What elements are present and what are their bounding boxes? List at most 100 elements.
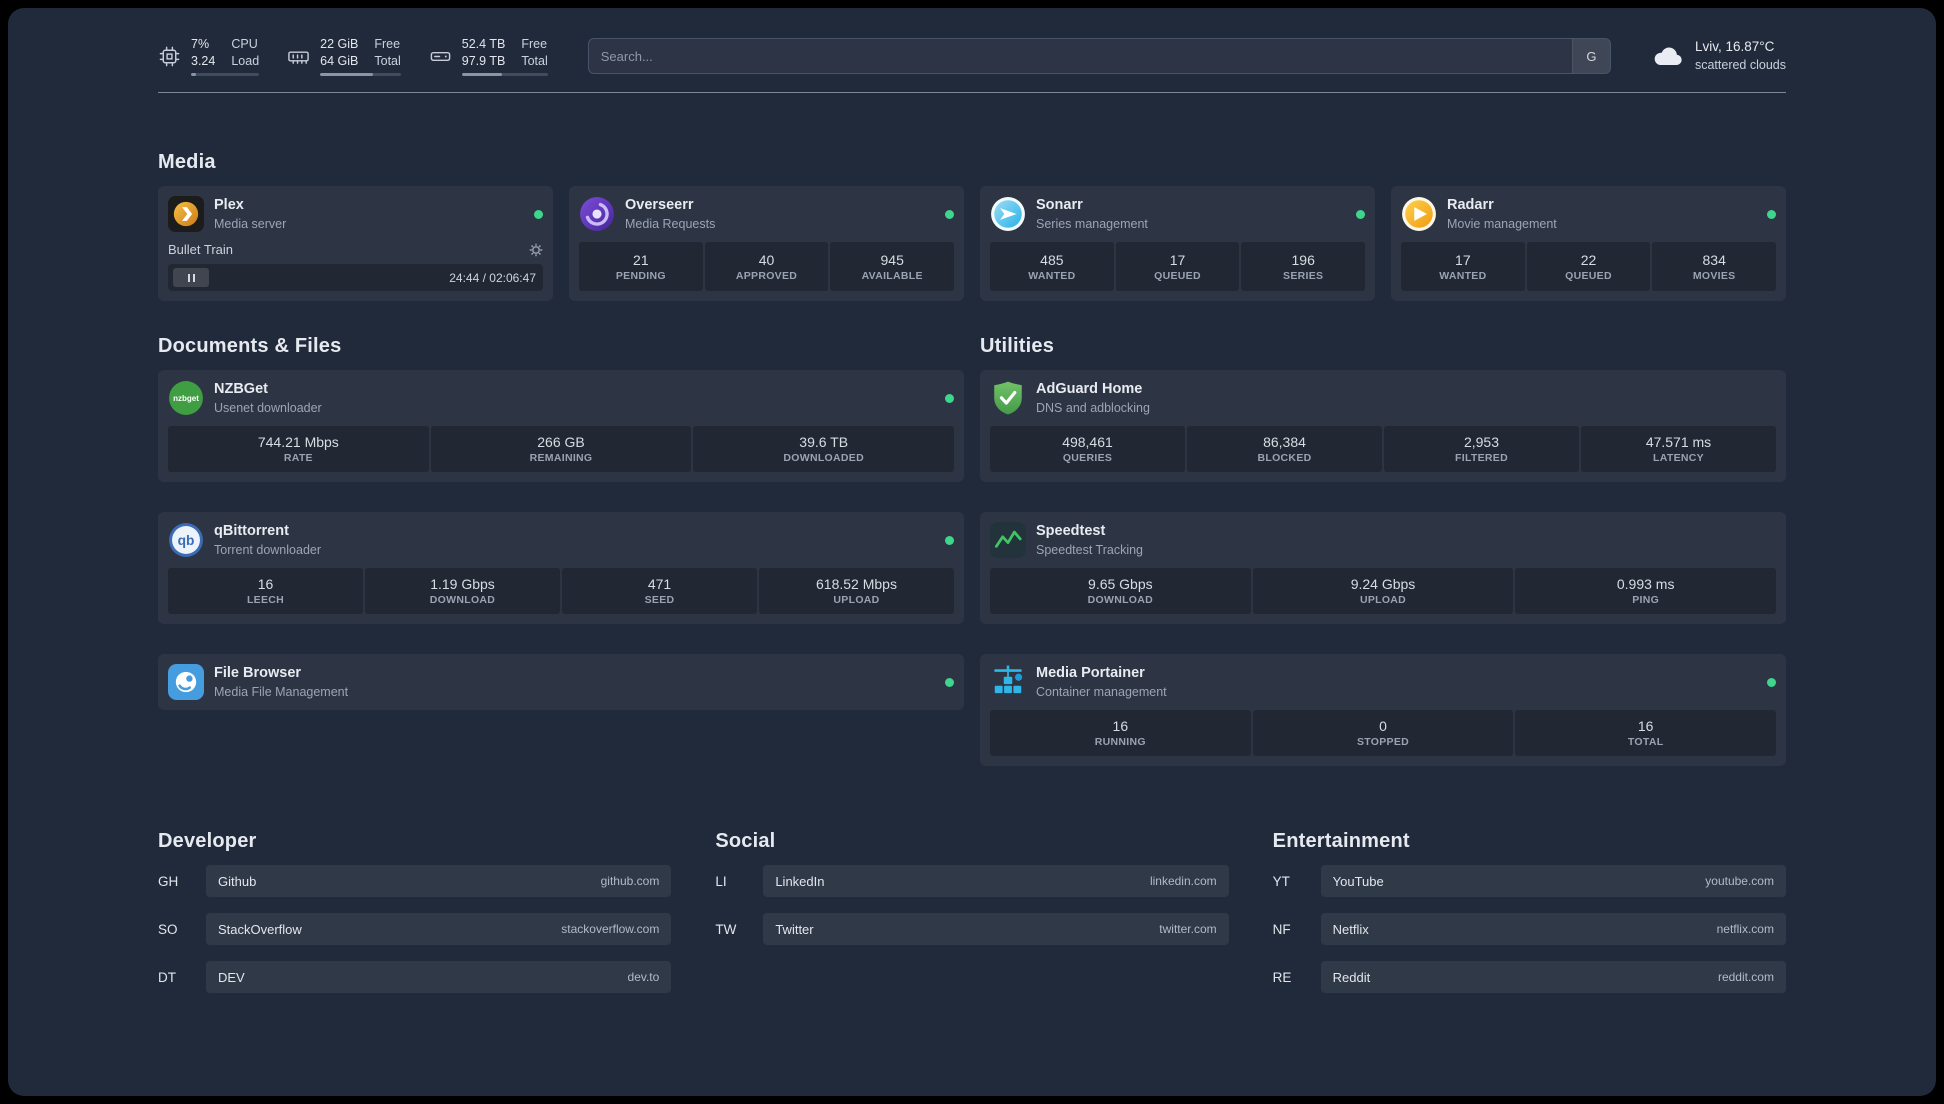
bookmark-stackoverflow[interactable]: StackOverflow stackoverflow.com	[206, 913, 672, 945]
cpu-icon	[158, 45, 181, 68]
stat-tile: 9.24 Gbps UPLOAD	[1252, 568, 1514, 614]
service-name: Overseerr	[625, 197, 694, 214]
stat-tile: 17 QUEUED	[1115, 242, 1240, 291]
cpu-progress-track	[191, 72, 260, 76]
dashboard-window: 7% 3.24 CPU Load 22 GiB 64 GiB Free Tota…	[8, 8, 1936, 1096]
service-card-overseerr[interactable]: Overseerr Media Requests 21 PENDING 40 A…	[569, 186, 964, 301]
service-card-nzbget[interactable]: nzbget NZBGet Usenet downloader 744.21 M…	[158, 370, 964, 482]
status-dot	[1767, 209, 1776, 219]
bookmark-abbr: SO	[158, 921, 178, 937]
stat-tile: 86,384 BLOCKED	[1187, 426, 1382, 472]
adguard-icon	[990, 380, 1026, 416]
stat-tile: 834 MOVIES	[1652, 242, 1777, 291]
group-utilities: Utilities AdGuard Home DNS and adblockin…	[980, 335, 1786, 766]
memory-progress-fill	[320, 72, 374, 76]
service-subtitle: Usenet downloader	[214, 400, 322, 415]
service-name: Sonarr	[1036, 197, 1083, 214]
stat-tile: 47.571 ms LATENCY	[1581, 426, 1776, 472]
pause-button[interactable]	[173, 268, 209, 287]
stat-tile: 266 GB REMAINING	[430, 426, 692, 472]
status-dot	[1767, 677, 1776, 687]
service-name: NZBGet	[214, 381, 268, 398]
search-provider-button[interactable]: G	[1571, 39, 1610, 73]
stat-tile: 22 QUEUED	[1526, 242, 1651, 291]
speedtest-icon	[990, 522, 1026, 558]
bookmark-github[interactable]: Github github.com	[206, 865, 672, 897]
resource-disk: 52.4 TB 97.9 TB Free Total	[429, 36, 548, 76]
bookmark-reddit[interactable]: Reddit reddit.com	[1320, 961, 1786, 993]
disk-icon	[429, 45, 452, 68]
bookmark-group-social: Social LI LinkedIn linkedin.com TW Twitt…	[715, 830, 1229, 961]
search-input[interactable]	[588, 39, 1572, 73]
status-dot	[1356, 209, 1365, 219]
search-bar: G	[587, 38, 1611, 74]
stat-tile: 39.6 TB DOWNLOADED	[693, 426, 955, 472]
stat-tile: 945 AVAILABLE	[830, 242, 955, 291]
memory-total-value: 64 GiB	[320, 53, 359, 68]
plex-now-playing-widget: Bullet Train 24:44 / 02:06:47	[168, 242, 543, 291]
service-subtitle: Container management	[1036, 684, 1167, 699]
cpu-usage-percent: 7%	[191, 37, 210, 52]
service-name: qBittorrent	[214, 523, 289, 540]
qbittorrent-icon: qb	[168, 522, 204, 558]
status-dot	[945, 677, 954, 687]
service-subtitle: Torrent downloader	[214, 542, 322, 557]
service-card-qbittorrent[interactable]: qb qBittorrent Torrent downloader 16 LEE…	[158, 512, 964, 624]
svg-text:nzbget: nzbget	[173, 394, 199, 403]
stat-tile: 21 PENDING	[579, 242, 703, 291]
disk-free-label: Free	[521, 37, 548, 52]
service-card-radarr[interactable]: Radarr Movie management 17 WANTED 22 QUE…	[1391, 186, 1786, 301]
bookmark-netflix[interactable]: Netflix netflix.com	[1320, 913, 1786, 945]
disk-total-label: Total	[521, 53, 548, 68]
group-title-media: Media	[158, 151, 216, 173]
svg-text:qb: qb	[178, 533, 195, 548]
weather-condition: scattered clouds	[1694, 57, 1786, 72]
filebrowser-icon	[168, 664, 204, 700]
overseerr-icon	[579, 196, 615, 232]
service-name: Radarr	[1447, 197, 1494, 214]
plex-icon	[168, 196, 204, 232]
service-name: File Browser	[214, 665, 302, 682]
bookmark-abbr: YT	[1272, 873, 1290, 889]
top-bar: 7% 3.24 CPU Load 22 GiB 64 GiB Free Tota…	[158, 32, 1786, 80]
bookmark-youtube[interactable]: YouTube youtube.com	[1320, 865, 1786, 897]
bookmark-group-entertainment: Entertainment YT YouTube youtube.com NF …	[1273, 830, 1786, 1009]
service-name: Media Portainer	[1036, 665, 1145, 682]
playback-time: 24:44 / 02:06:47	[449, 270, 536, 285]
memory-progress-track	[320, 72, 401, 76]
service-name: Plex	[214, 197, 244, 214]
resource-memory: 22 GiB 64 GiB Free Total	[287, 36, 401, 76]
stat-tile: 2,953 FILTERED	[1384, 426, 1579, 472]
service-subtitle: Speedtest Tracking	[1036, 542, 1144, 557]
service-card-adguard[interactable]: AdGuard Home DNS and adblocking 498,461 …	[980, 370, 1786, 482]
service-subtitle: Media server	[214, 216, 287, 231]
service-subtitle: Media File Management	[214, 684, 349, 699]
memory-free-value: 22 GiB	[320, 37, 359, 52]
cpu-label: CPU	[231, 37, 258, 52]
stat-tile: 16 RUNNING	[990, 710, 1251, 756]
stat-tile: 196 SERIES	[1241, 242, 1366, 291]
bookmark-row: NF Netflix netflix.com	[1273, 913, 1786, 945]
stat-tile: 744.21 Mbps RATE	[168, 426, 429, 472]
stat-tile: 485 WANTED	[990, 242, 1114, 291]
stat-tile: 0.993 ms PING	[1515, 568, 1777, 614]
memory-total-label: Total	[374, 53, 401, 68]
service-card-speedtest[interactable]: Speedtest Speedtest Tracking 9.65 Gbps D…	[980, 512, 1786, 624]
service-card-portainer[interactable]: Media Portainer Container management 16 …	[980, 654, 1786, 766]
service-card-sonarr[interactable]: Sonarr Series management 485 WANTED 17 Q…	[980, 186, 1375, 301]
resource-cpu: 7% 3.24 CPU Load	[158, 36, 260, 76]
cpu-load-label: Load	[231, 53, 260, 68]
bookmark-dev[interactable]: DEV dev.to	[206, 961, 672, 993]
bookmark-abbr: RE	[1272, 969, 1292, 985]
sonarr-icon	[990, 196, 1026, 232]
bookmark-row: SO StackOverflow stackoverflow.com	[158, 913, 672, 945]
bookmark-abbr: NF	[1272, 921, 1291, 937]
service-card-filebrowser[interactable]: File Browser Media File Management	[158, 654, 964, 710]
status-dot	[945, 535, 954, 545]
bookmark-linkedin[interactable]: LinkedIn linkedin.com	[763, 865, 1229, 897]
service-card-plex[interactable]: Plex Media server Bullet Train 24:44 / 0…	[158, 186, 553, 301]
stat-tile: 498,461 QUERIES	[990, 426, 1185, 472]
bookmark-twitter[interactable]: Twitter twitter.com	[763, 913, 1229, 945]
gear-icon[interactable]	[529, 243, 543, 257]
memory-icon	[287, 45, 310, 68]
